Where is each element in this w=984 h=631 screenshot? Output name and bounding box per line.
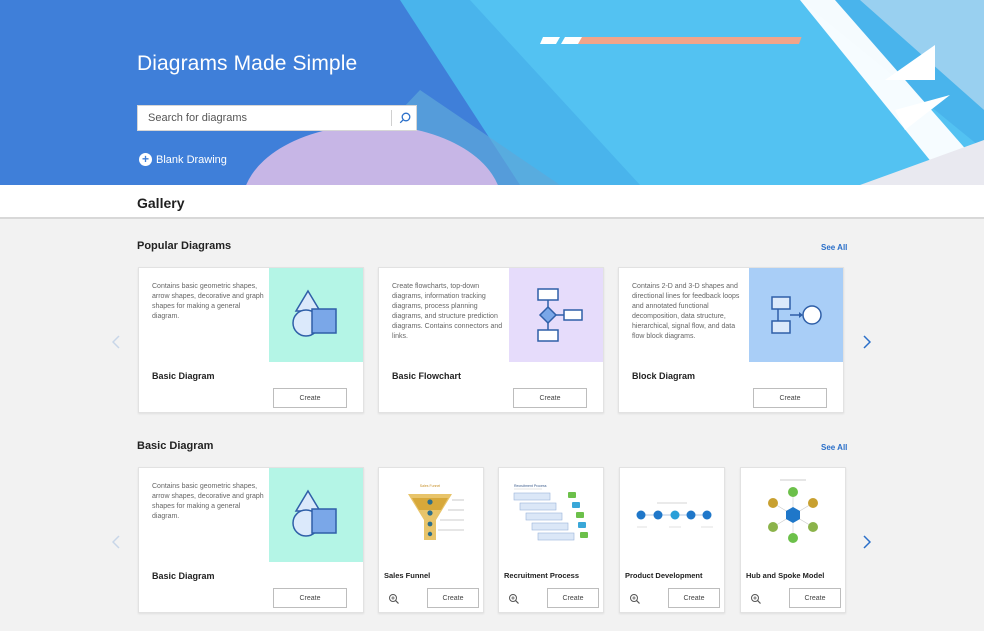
popular-card-basic-diagram[interactable]: Contains basic geometric shapes, arrow s… bbox=[138, 267, 364, 413]
create-button[interactable]: Create bbox=[668, 588, 720, 608]
create-button[interactable]: Create bbox=[789, 588, 841, 608]
process-chart-icon: Recruitment Process bbox=[513, 484, 588, 541]
basic-shapes-icon bbox=[292, 289, 337, 337]
template-card-hub-and-spoke[interactable]: Hub and Spoke Model Create bbox=[740, 467, 846, 613]
search-box bbox=[137, 105, 417, 131]
create-button[interactable]: Create bbox=[273, 388, 347, 408]
card-title: Block Diagram bbox=[632, 371, 696, 381]
basic-diagram-thumbnail bbox=[269, 268, 363, 362]
basic-shapes-icon bbox=[292, 489, 337, 537]
create-button[interactable]: Create bbox=[547, 588, 599, 608]
chevron-left-icon bbox=[112, 335, 120, 349]
card-title: Basic Diagram bbox=[152, 371, 215, 381]
popular-next-arrow[interactable] bbox=[860, 332, 874, 352]
template-card-product-development[interactable]: Product Development Create bbox=[619, 467, 725, 613]
block-diagram-icon bbox=[771, 296, 822, 334]
basic-card-basic-diagram[interactable]: Contains basic geometric shapes, arrow s… bbox=[138, 467, 364, 613]
recruitment-process-thumbnail: Recruitment Process bbox=[499, 468, 603, 562]
card-description: Contains basic geometric shapes, arrow s… bbox=[152, 483, 264, 520]
timeline-chart-icon bbox=[636, 502, 713, 528]
gallery-header: Gallery bbox=[0, 185, 984, 219]
template-title: Recruitment Process bbox=[504, 571, 580, 580]
popular-card-block-diagram[interactable]: Contains 2-D and 3-D shapes and directio… bbox=[618, 267, 844, 413]
popular-prev-arrow[interactable] bbox=[109, 332, 123, 352]
card-title: Basic Flowchart bbox=[392, 371, 462, 381]
flowchart-icon bbox=[537, 288, 583, 342]
search-icon bbox=[399, 112, 411, 124]
template-card-sales-funnel[interactable]: Sales Funnel Sales Funnel Create bbox=[378, 467, 484, 613]
basic-flowchart-thumbnail bbox=[509, 268, 603, 362]
basic-prev-arrow[interactable] bbox=[109, 532, 123, 552]
zoom-in-icon[interactable] bbox=[750, 593, 762, 605]
basic-diagram-thumbnail bbox=[269, 468, 363, 562]
block-diagram-thumbnail bbox=[749, 268, 843, 362]
chevron-right-icon bbox=[863, 535, 871, 549]
hub-and-spoke-thumbnail bbox=[741, 468, 845, 562]
card-title: Basic Diagram bbox=[152, 571, 215, 581]
template-card-recruitment-process[interactable]: Recruitment Process Recruitment Process … bbox=[498, 467, 604, 613]
chevron-right-icon bbox=[863, 335, 871, 349]
popular-see-all-link[interactable]: See All bbox=[821, 243, 847, 252]
funnel-chart-icon: Sales Funnel bbox=[408, 484, 464, 540]
basic-section-title: Basic Diagram bbox=[137, 440, 214, 452]
basic-see-all-link[interactable]: See All bbox=[821, 443, 847, 452]
zoom-in-icon[interactable] bbox=[388, 593, 400, 605]
card-description: Create flowcharts, top-down diagrams, in… bbox=[392, 283, 503, 340]
chevron-left-icon bbox=[112, 535, 120, 549]
template-title: Hub and Spoke Model bbox=[746, 571, 825, 580]
product-development-thumbnail bbox=[620, 468, 724, 562]
recruitment-thumb-title: Recruitment Process bbox=[514, 484, 547, 488]
gallery-title: Gallery bbox=[137, 195, 185, 211]
hero-banner: Diagrams Made Simple + Blank Drawing bbox=[0, 0, 984, 185]
popular-card-basic-flowchart[interactable]: Create flowcharts, top-down diagrams, in… bbox=[378, 267, 604, 413]
plus-icon: + bbox=[139, 153, 152, 166]
template-title: Product Development bbox=[625, 571, 703, 580]
create-button[interactable]: Create bbox=[273, 588, 347, 608]
blank-drawing-label: Blank Drawing bbox=[156, 153, 227, 166]
basic-next-arrow[interactable] bbox=[860, 532, 874, 552]
create-button[interactable]: Create bbox=[753, 388, 827, 408]
search-input[interactable] bbox=[138, 106, 390, 130]
popular-section-title: Popular Diagrams bbox=[137, 240, 232, 252]
hero-title: Diagrams Made Simple bbox=[137, 52, 358, 75]
zoom-in-icon[interactable] bbox=[629, 593, 641, 605]
template-title: Sales Funnel bbox=[384, 571, 431, 580]
hub-spoke-chart-icon bbox=[768, 479, 818, 543]
sales-funnel-thumbnail: Sales Funnel bbox=[379, 468, 483, 562]
zoom-in-icon[interactable] bbox=[508, 593, 520, 605]
card-description: Contains 2-D and 3-D shapes and directio… bbox=[632, 283, 740, 340]
search-divider bbox=[391, 110, 392, 126]
search-button[interactable] bbox=[394, 107, 416, 129]
funnel-thumb-title: Sales Funnel bbox=[420, 484, 441, 488]
create-button[interactable]: Create bbox=[427, 588, 479, 608]
create-button[interactable]: Create bbox=[513, 388, 587, 408]
card-description: Contains basic geometric shapes, arrow s… bbox=[152, 283, 264, 320]
blank-drawing-button[interactable]: + Blank Drawing bbox=[139, 153, 227, 166]
